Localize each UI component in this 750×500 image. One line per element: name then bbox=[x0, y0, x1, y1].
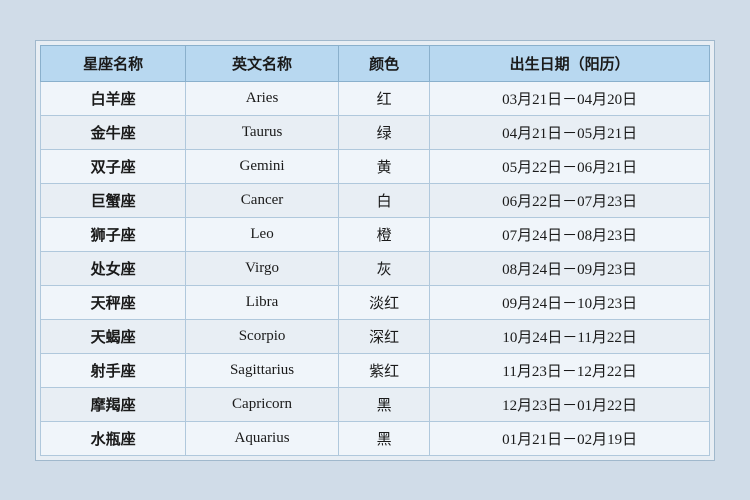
cell-chinese-name: 金牛座 bbox=[41, 115, 186, 149]
table-header-row: 星座名称 英文名称 颜色 出生日期（阳历） bbox=[41, 45, 710, 81]
table-row: 白羊座Aries红03月21日－04月20日 bbox=[41, 81, 710, 115]
cell-chinese-name: 射手座 bbox=[41, 353, 186, 387]
table-row: 天蝎座Scorpio深红10月24日－11月22日 bbox=[41, 319, 710, 353]
cell-color: 灰 bbox=[338, 251, 429, 285]
cell-chinese-name: 处女座 bbox=[41, 251, 186, 285]
table-row: 水瓶座Aquarius黑01月21日－02月19日 bbox=[41, 421, 710, 455]
table-row: 摩羯座Capricorn黑12月23日－01月22日 bbox=[41, 387, 710, 421]
header-color: 颜色 bbox=[338, 45, 429, 81]
cell-chinese-name: 天蝎座 bbox=[41, 319, 186, 353]
cell-english-name: Sagittarius bbox=[186, 353, 339, 387]
table-row: 天秤座Libra淡红09月24日－10月23日 bbox=[41, 285, 710, 319]
cell-english-name: Taurus bbox=[186, 115, 339, 149]
cell-english-name: Aquarius bbox=[186, 421, 339, 455]
header-dates: 出生日期（阳历） bbox=[430, 45, 710, 81]
cell-english-name: Leo bbox=[186, 217, 339, 251]
cell-dates: 01月21日－02月19日 bbox=[430, 421, 710, 455]
cell-english-name: Gemini bbox=[186, 149, 339, 183]
zodiac-table-container: 星座名称 英文名称 颜色 出生日期（阳历） 白羊座Aries红03月21日－04… bbox=[35, 40, 715, 461]
cell-color: 深红 bbox=[338, 319, 429, 353]
cell-color: 黄 bbox=[338, 149, 429, 183]
cell-dates: 11月23日－12月22日 bbox=[430, 353, 710, 387]
header-chinese-name: 星座名称 bbox=[41, 45, 186, 81]
cell-color: 淡红 bbox=[338, 285, 429, 319]
cell-chinese-name: 巨蟹座 bbox=[41, 183, 186, 217]
header-english-name: 英文名称 bbox=[186, 45, 339, 81]
cell-dates: 05月22日－06月21日 bbox=[430, 149, 710, 183]
cell-dates: 09月24日－10月23日 bbox=[430, 285, 710, 319]
table-row: 狮子座Leo橙07月24日－08月23日 bbox=[41, 217, 710, 251]
cell-chinese-name: 白羊座 bbox=[41, 81, 186, 115]
cell-color: 红 bbox=[338, 81, 429, 115]
table-row: 射手座Sagittarius紫红11月23日－12月22日 bbox=[41, 353, 710, 387]
cell-dates: 08月24日－09月23日 bbox=[430, 251, 710, 285]
table-row: 处女座Virgo灰08月24日－09月23日 bbox=[41, 251, 710, 285]
table-row: 金牛座Taurus绿04月21日－05月21日 bbox=[41, 115, 710, 149]
cell-color: 黑 bbox=[338, 421, 429, 455]
cell-chinese-name: 狮子座 bbox=[41, 217, 186, 251]
cell-english-name: Aries bbox=[186, 81, 339, 115]
table-row: 双子座Gemini黄05月22日－06月21日 bbox=[41, 149, 710, 183]
cell-english-name: Libra bbox=[186, 285, 339, 319]
cell-english-name: Capricorn bbox=[186, 387, 339, 421]
cell-color: 紫红 bbox=[338, 353, 429, 387]
cell-dates: 04月21日－05月21日 bbox=[430, 115, 710, 149]
cell-dates: 12月23日－01月22日 bbox=[430, 387, 710, 421]
zodiac-table: 星座名称 英文名称 颜色 出生日期（阳历） 白羊座Aries红03月21日－04… bbox=[40, 45, 710, 456]
cell-english-name: Scorpio bbox=[186, 319, 339, 353]
cell-color: 绿 bbox=[338, 115, 429, 149]
cell-english-name: Cancer bbox=[186, 183, 339, 217]
cell-dates: 10月24日－11月22日 bbox=[430, 319, 710, 353]
cell-chinese-name: 双子座 bbox=[41, 149, 186, 183]
cell-dates: 06月22日－07月23日 bbox=[430, 183, 710, 217]
cell-color: 橙 bbox=[338, 217, 429, 251]
cell-chinese-name: 天秤座 bbox=[41, 285, 186, 319]
cell-chinese-name: 水瓶座 bbox=[41, 421, 186, 455]
cell-dates: 03月21日－04月20日 bbox=[430, 81, 710, 115]
cell-dates: 07月24日－08月23日 bbox=[430, 217, 710, 251]
cell-color: 黑 bbox=[338, 387, 429, 421]
cell-english-name: Virgo bbox=[186, 251, 339, 285]
cell-color: 白 bbox=[338, 183, 429, 217]
table-row: 巨蟹座Cancer白06月22日－07月23日 bbox=[41, 183, 710, 217]
table-body: 白羊座Aries红03月21日－04月20日金牛座Taurus绿04月21日－0… bbox=[41, 81, 710, 455]
cell-chinese-name: 摩羯座 bbox=[41, 387, 186, 421]
